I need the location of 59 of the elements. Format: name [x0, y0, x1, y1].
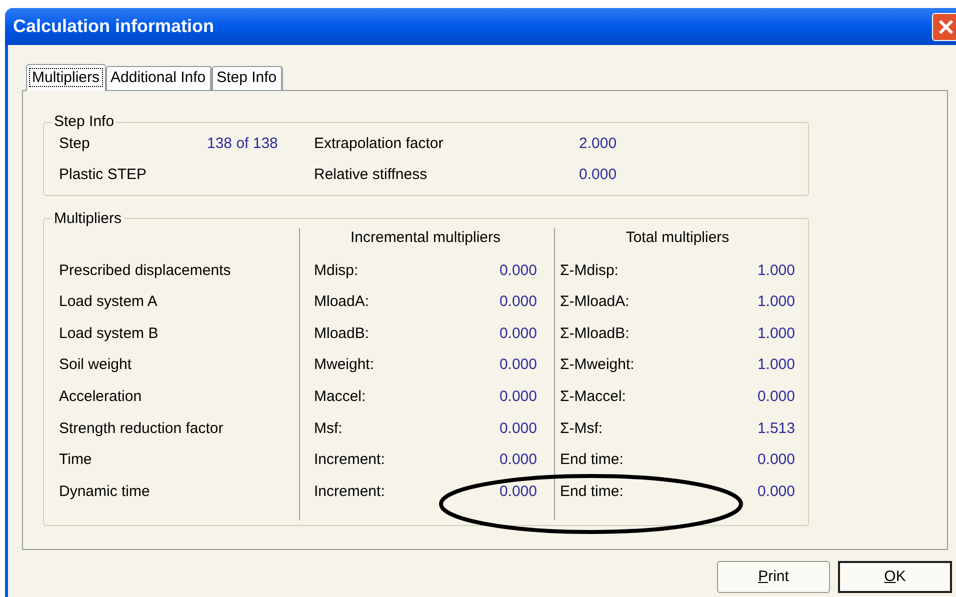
- tab[interactable]: Additional Info: [106, 66, 212, 90]
- group-title: Step Info: [53, 112, 116, 132]
- multiplier-label: Σ-Maccel:: [560, 386, 626, 407]
- multiplier-label: Msf:: [314, 418, 342, 439]
- field-label: Step: [59, 134, 90, 152]
- row-label: Acceleration: [59, 386, 142, 407]
- multiplier-value: 0.000: [757, 386, 795, 407]
- row-label: Soil weight: [59, 355, 132, 376]
- multiplier-value: 0.000: [499, 386, 537, 407]
- multiplier-label: MloadA:: [314, 292, 370, 312]
- tab[interactable]: Multipliers: [26, 64, 106, 91]
- dialog-button[interactable]: OK: [838, 561, 952, 593]
- multiplier-label: Σ-MloadA:: [560, 292, 630, 312]
- multiplier-value: 0.000: [757, 482, 795, 502]
- group-title: Multipliers: [53, 208, 123, 228]
- column-header: Total multipliers: [626, 228, 730, 248]
- multiplier-value: 0.000: [499, 482, 537, 502]
- multiplier-value: 1.000: [757, 324, 795, 344]
- field-label: Relative stiffness: [314, 166, 428, 183]
- field-label: Plastic STEP: [59, 166, 147, 183]
- multiplier-label: Σ-MloadB:: [560, 324, 630, 344]
- multiplier-label: Σ-Mweight:: [560, 355, 634, 376]
- tab[interactable]: Step Info: [212, 66, 283, 90]
- field-value: 2.000: [579, 134, 617, 154]
- multiplier-label: Σ-Mdisp:: [560, 260, 618, 281]
- window-title: Calculation information: [13, 15, 214, 38]
- multiplier-value: 0.000: [499, 324, 537, 344]
- row-label: Prescribed displacements: [59, 260, 231, 281]
- multiplier-value: 0.000: [499, 260, 537, 281]
- multiplier-value: 0.000: [499, 355, 537, 376]
- multiplier-value: 0.000: [757, 450, 795, 470]
- multiplier-value: 1.513: [757, 418, 795, 439]
- multiplier-label: MloadB:: [314, 324, 370, 344]
- multiplier-label: End time:: [560, 482, 624, 502]
- row-label: Strength reduction factor: [59, 418, 224, 439]
- field-value: 138 of 138: [207, 134, 278, 152]
- multiplier-label: End time:: [560, 450, 624, 470]
- multiplier-value: 0.000: [499, 292, 537, 312]
- multiplier-label: Mweight:: [314, 355, 374, 376]
- multiplier-label: Increment:: [314, 482, 385, 502]
- close-icon: [938, 18, 954, 34]
- multiplier-value: 0.000: [499, 418, 537, 439]
- multiplier-value: 1.000: [757, 292, 795, 312]
- multiplier-value: 0.000: [499, 450, 537, 470]
- multiplier-value: 1.000: [757, 355, 795, 376]
- field-label: Extrapolation factor: [314, 134, 444, 152]
- column-header: Incremental multipliers: [350, 228, 501, 248]
- field-value: 0.000: [579, 164, 617, 185]
- row-label: Load system B: [59, 324, 158, 344]
- multiplier-value: 1.000: [757, 260, 795, 281]
- row-label: Time: [59, 450, 92, 470]
- row-label: Dynamic time: [59, 482, 150, 502]
- dialog-button[interactable]: Print: [717, 561, 830, 593]
- multiplier-label: Σ-Msf:: [560, 418, 603, 439]
- multiplier-label: Mdisp:: [314, 260, 358, 281]
- multiplier-label: Increment:: [314, 450, 385, 470]
- close-button[interactable]: [932, 12, 956, 40]
- multiplier-label: Maccel:: [314, 386, 366, 407]
- row-label: Load system A: [59, 292, 158, 312]
